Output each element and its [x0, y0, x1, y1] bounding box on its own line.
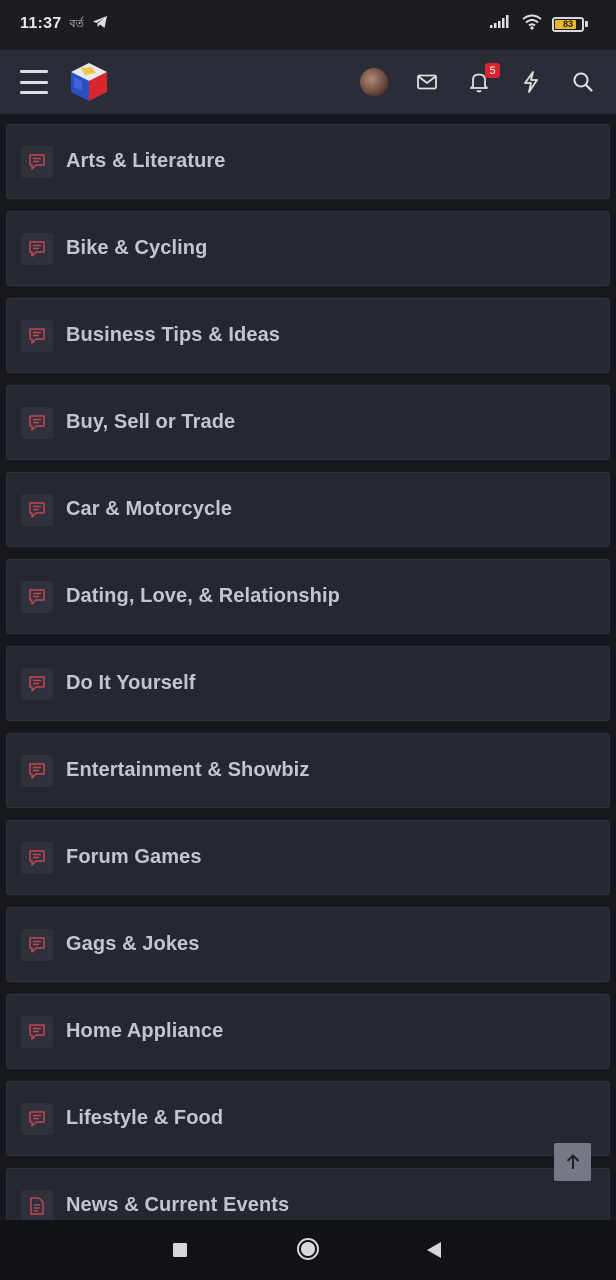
bell-icon[interactable]: 5 [466, 63, 500, 95]
forum-item[interactable]: Buy, Sell or Trade [6, 385, 610, 460]
forum-item[interactable]: Entertainment & Showbiz [6, 733, 610, 808]
signal-icon [490, 14, 512, 34]
battery-text: 83 [562, 19, 573, 29]
avatar[interactable] [360, 68, 388, 96]
forum-item[interactable]: Home Appliance [6, 994, 610, 1069]
menu-icon[interactable] [20, 70, 48, 94]
arrow-up-icon [566, 1154, 579, 1169]
triangle-back-icon [427, 1242, 441, 1258]
forum-item[interactable]: Dating, Love, & Relationship [6, 559, 610, 634]
site-logo[interactable] [68, 61, 110, 103]
forum-title[interactable]: Gags & Jokes [66, 933, 200, 956]
forum-item[interactable]: News & Current Events [6, 1168, 610, 1220]
forum-title[interactable]: Car & Motorcycle [66, 498, 232, 521]
forum-item[interactable]: Business Tips & Ideas [6, 298, 610, 373]
header-icons: 5 [360, 63, 596, 96]
forum-title[interactable]: Arts & Literature [66, 150, 226, 173]
status-bar: 11:37 বর্ত 83 [0, 0, 616, 48]
chat-bubble-icon [21, 145, 53, 178]
chat-bubble-icon [21, 841, 53, 874]
bolt-icon[interactable] [518, 69, 544, 95]
chat-bubble-icon [21, 319, 53, 352]
status-carrier: বর্ত [69, 17, 84, 30]
circle-icon [297, 1238, 319, 1260]
forum-title[interactable]: Home Appliance [66, 1020, 223, 1043]
notification-badge: 5 [485, 63, 500, 78]
forum-title[interactable]: Buy, Sell or Trade [66, 411, 235, 434]
battery-body: 83 [552, 16, 584, 32]
status-right: 83 [490, 14, 588, 35]
forum-title[interactable]: Forum Games [66, 846, 202, 869]
forum-item[interactable]: Bike & Cycling [6, 211, 610, 286]
chat-bubble-icon [21, 1015, 53, 1048]
back-button[interactable] [426, 1241, 442, 1259]
system-nav-bar [0, 1220, 616, 1280]
app-header: 5 [0, 50, 616, 114]
chat-bubble-icon [21, 1102, 53, 1135]
forum-content: Arts & Literature Bike & Cycling Business … [0, 114, 616, 1220]
forum-item[interactable]: Do It Yourself [6, 646, 610, 721]
forum-title[interactable]: Dating, Love, & Relationship [66, 585, 340, 608]
search-icon[interactable] [570, 69, 596, 95]
square-icon [173, 1243, 187, 1257]
status-time: 11:37 [20, 15, 62, 32]
wifi-icon [522, 14, 542, 35]
chat-bubble-icon [21, 667, 53, 700]
envelope-icon[interactable] [414, 69, 440, 95]
chat-bubble-icon [21, 580, 53, 613]
recents-button[interactable] [172, 1242, 188, 1258]
chat-bubble-icon [21, 406, 53, 439]
chat-bubble-icon [21, 928, 53, 961]
document-icon [21, 1189, 53, 1220]
forum-title[interactable]: News & Current Events [66, 1194, 289, 1217]
forum-title[interactable]: Entertainment & Showbiz [66, 759, 309, 782]
scroll-to-top-button[interactable] [554, 1143, 591, 1181]
forum-item[interactable]: Lifestyle & Food [6, 1081, 610, 1156]
forum-title[interactable]: Business Tips & Ideas [66, 324, 280, 347]
battery-indicator: 83 [552, 16, 588, 32]
forum-title[interactable]: Lifestyle & Food [66, 1107, 223, 1130]
chat-bubble-icon [21, 493, 53, 526]
status-left: 11:37 বর্ত [20, 15, 108, 34]
chat-bubble-icon [21, 754, 53, 787]
forum-item[interactable]: Gags & Jokes [6, 907, 610, 982]
forum-title[interactable]: Do It Yourself [66, 672, 196, 695]
forum-title[interactable]: Bike & Cycling [66, 237, 207, 260]
forum-item[interactable]: Arts & Literature [6, 124, 610, 199]
forum-item[interactable]: Forum Games [6, 820, 610, 895]
forum-item[interactable]: Car & Motorcycle [6, 472, 610, 547]
home-button[interactable] [296, 1237, 320, 1261]
chat-bubble-icon [21, 232, 53, 265]
battery-tip [585, 21, 588, 27]
forum-list: Arts & Literature Bike & Cycling Business … [6, 124, 610, 1220]
telegram-icon [92, 15, 108, 34]
